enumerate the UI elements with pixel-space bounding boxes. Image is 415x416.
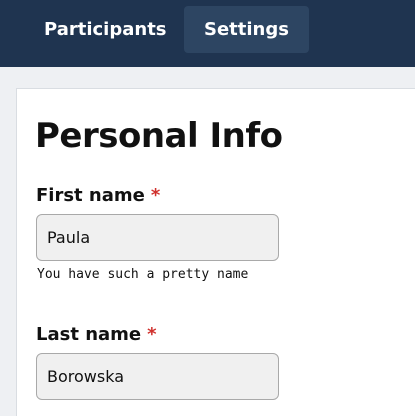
- last-name-input[interactable]: [36, 353, 279, 400]
- tab-participants[interactable]: Participants: [24, 6, 187, 53]
- first-name-input[interactable]: [36, 214, 279, 261]
- last-name-required-marker: *: [147, 324, 157, 345]
- first-name-help-text: You have such a pretty name: [37, 267, 249, 282]
- last-name-label: Last name *: [36, 324, 157, 345]
- top-navbar: Participants Settings: [0, 0, 415, 67]
- first-name-required-marker: *: [150, 185, 161, 206]
- last-name-label-text: Last name: [36, 324, 142, 345]
- section-title: Personal Info: [35, 116, 283, 156]
- tab-settings[interactable]: Settings: [184, 6, 309, 53]
- first-name-label-text: First name: [36, 185, 145, 206]
- first-name-label: First name *: [36, 185, 160, 206]
